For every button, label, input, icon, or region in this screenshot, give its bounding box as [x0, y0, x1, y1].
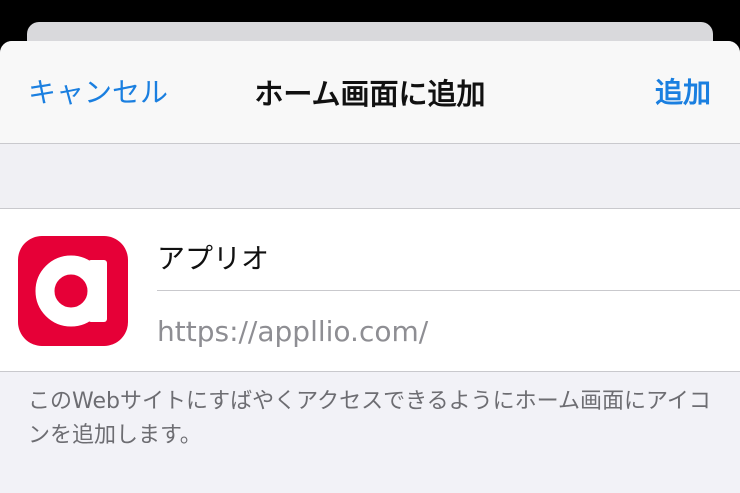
add-button[interactable]: 追加 — [655, 71, 711, 111]
appllio-a-logo-icon — [18, 236, 128, 346]
bookmark-details-group: https://appllio.com/ — [0, 208, 740, 372]
footer-note: このWebサイトにすばやくアクセスできるようにホーム画面にアイコンを追加します。 — [28, 389, 711, 448]
navigation-bar: キャンセル ホーム画面に追加 追加 — [0, 41, 740, 144]
sheet-title: ホーム画面に追加 — [254, 77, 486, 111]
section-spacer — [0, 144, 740, 208]
url-text: https://appllio.com/ — [157, 315, 429, 348]
field-divider — [157, 290, 740, 291]
add-to-home-screen-sheet: キャンセル ホーム画面に追加 追加 https://appllio.com/ こ… — [0, 41, 740, 493]
app-name-field[interactable] — [157, 227, 717, 287]
